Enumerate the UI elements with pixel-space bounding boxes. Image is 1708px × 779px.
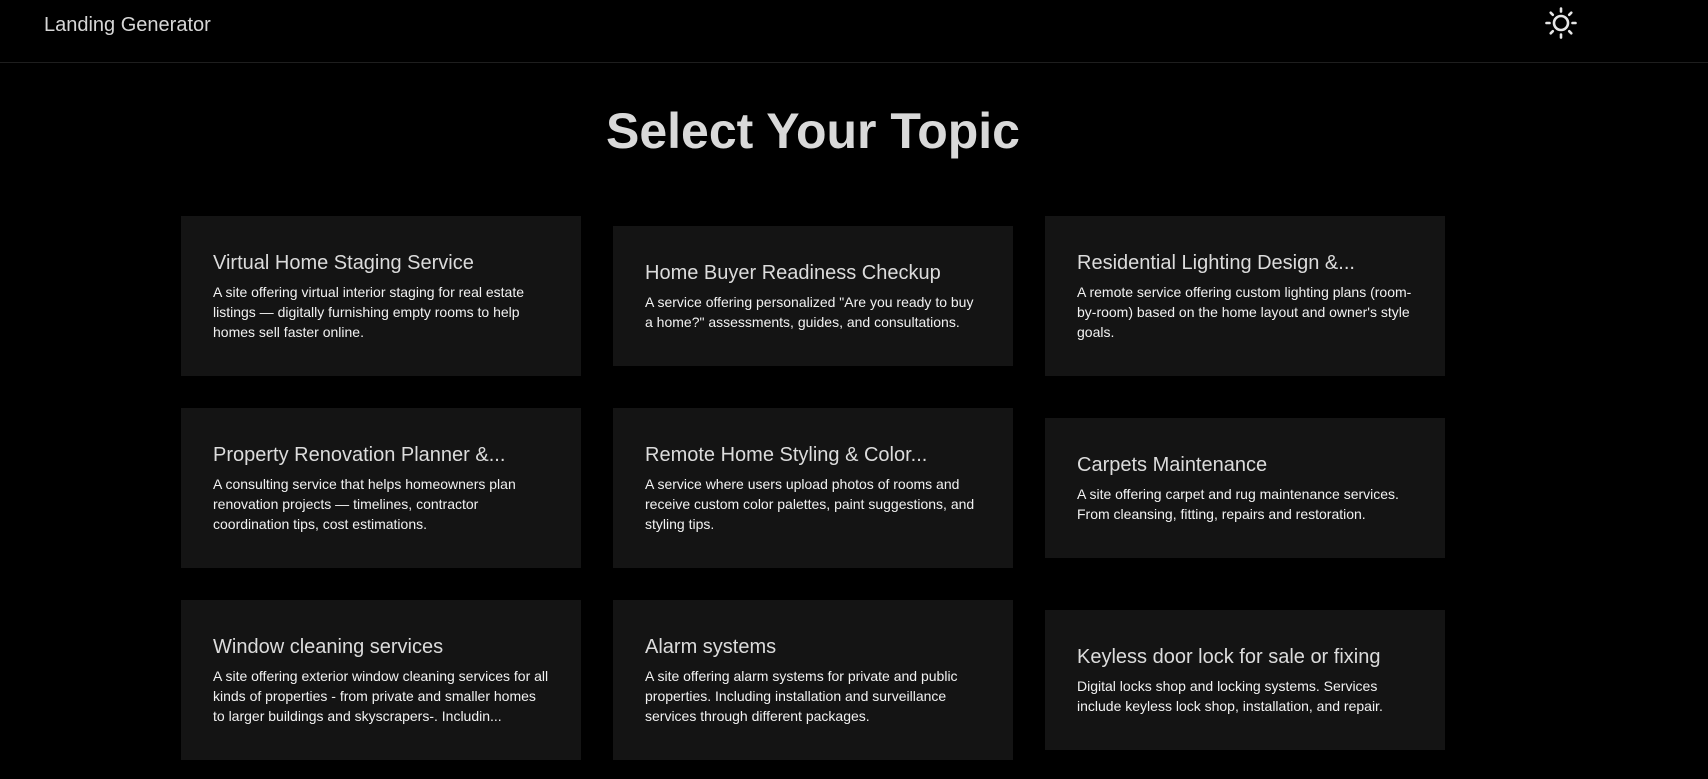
- topic-card[interactable]: Alarm systems A site offering alarm syst…: [613, 600, 1013, 760]
- topic-card[interactable]: Carpets Maintenance A site offering carp…: [1045, 418, 1445, 558]
- topic-card-description: Digital locks shop and locking systems. …: [1077, 678, 1383, 714]
- topic-card-title: Remote Home Styling & Color...: [645, 444, 928, 466]
- topic-card[interactable]: Remote Home Styling & Color... A service…: [613, 408, 1013, 568]
- topic-card[interactable]: Property Renovation Planner &... A consu…: [181, 408, 581, 568]
- topic-card-title: Residential Lighting Design &...: [1077, 252, 1355, 274]
- topic-card[interactable]: Home Buyer Readiness Checkup A service o…: [613, 226, 1013, 366]
- topic-card-title: Alarm systems: [645, 636, 777, 658]
- topic-card-description: A site offering virtual interior staging…: [213, 284, 525, 340]
- theme-toggle-button[interactable]: [1542, 4, 1580, 42]
- topic-card-title: Window cleaning services: [213, 636, 444, 658]
- top-bar: Landing Generator: [0, 0, 1708, 63]
- app-brand[interactable]: Landing Generator: [44, 12, 211, 38]
- topic-card[interactable]: Keyless door lock for sale or fixing Dig…: [1045, 610, 1445, 750]
- topic-card[interactable]: Virtual Home Staging Service A site offe…: [181, 216, 581, 376]
- page-title: Select Your Topic: [606, 103, 1020, 159]
- topic-card-description: A site offering carpet and rug maintenan…: [1077, 486, 1399, 522]
- topic-card-description: A site offering alarm systems for privat…: [645, 668, 958, 724]
- topic-card-description: A consulting service that helps homeowne…: [213, 476, 516, 532]
- topic-card-description: A site offering exterior window cleaning…: [213, 668, 549, 724]
- topic-card-title: Home Buyer Readiness Checkup: [645, 262, 941, 284]
- topic-card-title: Carpets Maintenance: [1077, 454, 1268, 476]
- topic-card-description: A service offering personalized "Are you…: [645, 294, 974, 330]
- topic-card-description: A remote service offering custom lightin…: [1077, 284, 1412, 340]
- topic-card[interactable]: Window cleaning services A site offering…: [181, 600, 581, 760]
- topic-card-title: Keyless door lock for sale or fixing: [1077, 646, 1381, 668]
- topic-card[interactable]: Residential Lighting Design &... A remot…: [1045, 216, 1445, 376]
- topic-card-title: Virtual Home Staging Service: [213, 252, 474, 274]
- topic-card-title: Property Renovation Planner &...: [213, 444, 506, 466]
- sun-icon: [1545, 7, 1577, 39]
- topic-card-description: A service where users upload photos of r…: [645, 476, 975, 532]
